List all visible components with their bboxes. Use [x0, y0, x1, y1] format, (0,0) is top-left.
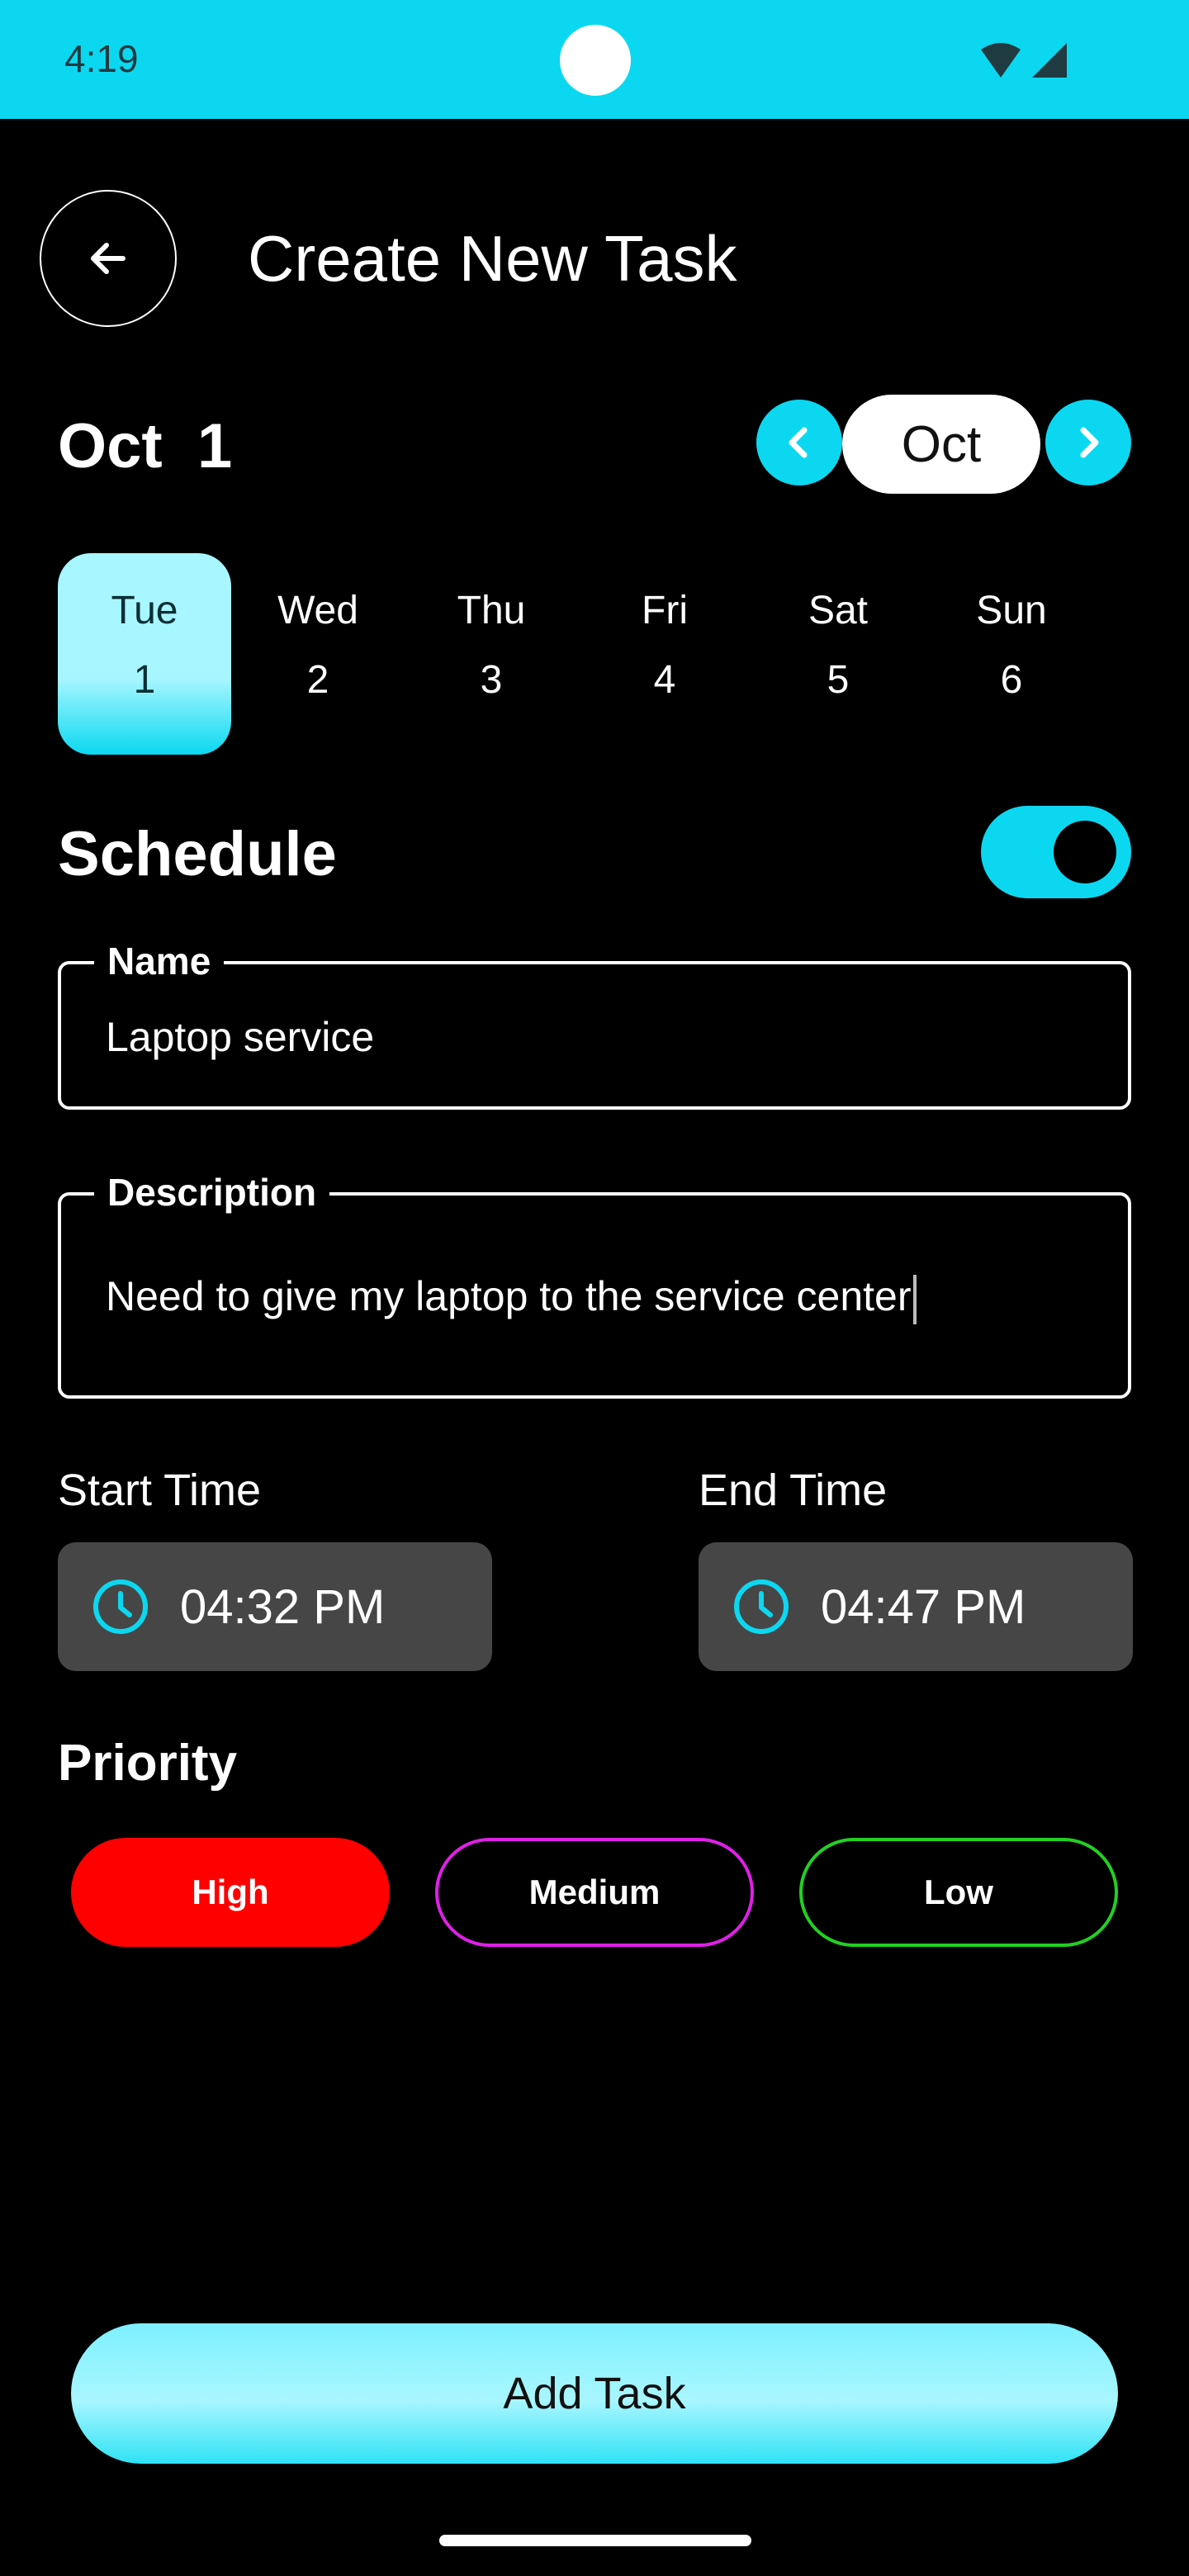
end-time-picker[interactable]: 04:47 PM: [699, 1542, 1133, 1671]
schedule-toggle[interactable]: [981, 806, 1131, 898]
selected-date: Oct 1: [58, 410, 232, 484]
description-input[interactable]: Need to give my laptop to the service ce…: [106, 1271, 917, 1324]
add-task-button[interactable]: Add Task: [71, 2323, 1118, 2464]
page-title: Create New Task: [248, 222, 737, 295]
text-cursor: [912, 1274, 917, 1324]
name-field-label: Name: [94, 936, 225, 986]
day-name: Sun: [976, 589, 1047, 632]
name-input-value[interactable]: Laptop service: [106, 1012, 374, 1062]
priority-medium-button[interactable]: Medium: [435, 1838, 754, 1947]
day-selector: Tue 1 Wed 2 Thu 3 Fri 4 Sat 5 Sun 6: [58, 553, 1131, 755]
day-number: 4: [653, 658, 676, 702]
day-item-tue[interactable]: Tue 1: [58, 553, 231, 755]
priority-title: Priority: [58, 1735, 238, 1792]
description-input-value: Need to give my laptop to the service ce…: [106, 1273, 912, 1319]
wifi-icon: [981, 43, 1021, 78]
day-name: Fri: [642, 589, 688, 632]
day-item-fri[interactable]: Fri 4: [578, 553, 751, 755]
day-number: 1: [133, 658, 156, 702]
camera-cutout: [560, 25, 631, 96]
schedule-title: Schedule: [58, 819, 337, 889]
day-number: 3: [480, 658, 503, 702]
day-name: Tue: [111, 589, 178, 632]
start-time-picker[interactable]: 04:32 PM: [58, 1542, 492, 1671]
day-item-thu[interactable]: Thu 3: [405, 553, 578, 755]
end-time-value: 04:47 PM: [821, 1580, 1026, 1634]
clock-icon: [734, 1579, 789, 1634]
day-number: 2: [306, 658, 329, 702]
end-time-label: End Time: [699, 1466, 888, 1515]
priority-low-button[interactable]: Low: [799, 1838, 1118, 1947]
selected-day: 1: [197, 411, 233, 481]
priority-high-button[interactable]: High: [71, 1838, 390, 1947]
month-selector: Oct: [756, 395, 1131, 495]
start-time-label: Start Time: [58, 1466, 262, 1515]
description-field[interactable]: Description Need to give my laptop to th…: [58, 1167, 1131, 1399]
day-item-sat[interactable]: Sat 5: [751, 553, 925, 755]
month-pill[interactable]: Oct: [842, 395, 1040, 494]
day-name: Thu: [457, 589, 526, 632]
start-time-value: 04:32 PM: [180, 1580, 386, 1634]
arrow-left-icon: [91, 243, 126, 274]
chevron-right-icon: [1080, 427, 1099, 458]
previous-month-button[interactable]: [756, 400, 842, 485]
description-field-label: Description: [94, 1167, 330, 1217]
day-number: 5: [827, 658, 850, 702]
day-name: Wed: [277, 589, 358, 632]
back-button[interactable]: [40, 190, 177, 327]
clock-icon: [93, 1579, 148, 1634]
next-month-button[interactable]: [1045, 400, 1131, 485]
day-name: Sat: [808, 589, 869, 632]
wifi-signal-icons: [981, 43, 1067, 78]
chevron-left-icon: [789, 427, 808, 458]
toggle-knob: [1054, 821, 1116, 883]
day-item-sun[interactable]: Sun 6: [925, 553, 1098, 755]
home-indicator: [439, 2535, 751, 2546]
status-bar: 4:19: [0, 0, 1189, 119]
day-item-wed[interactable]: Wed 2: [231, 553, 405, 755]
signal-icon: [1032, 43, 1067, 78]
day-number: 6: [1000, 658, 1023, 702]
selected-month: Oct: [58, 411, 163, 481]
status-time: 4:19: [64, 37, 139, 80]
name-field[interactable]: Name Laptop service: [58, 936, 1131, 1110]
